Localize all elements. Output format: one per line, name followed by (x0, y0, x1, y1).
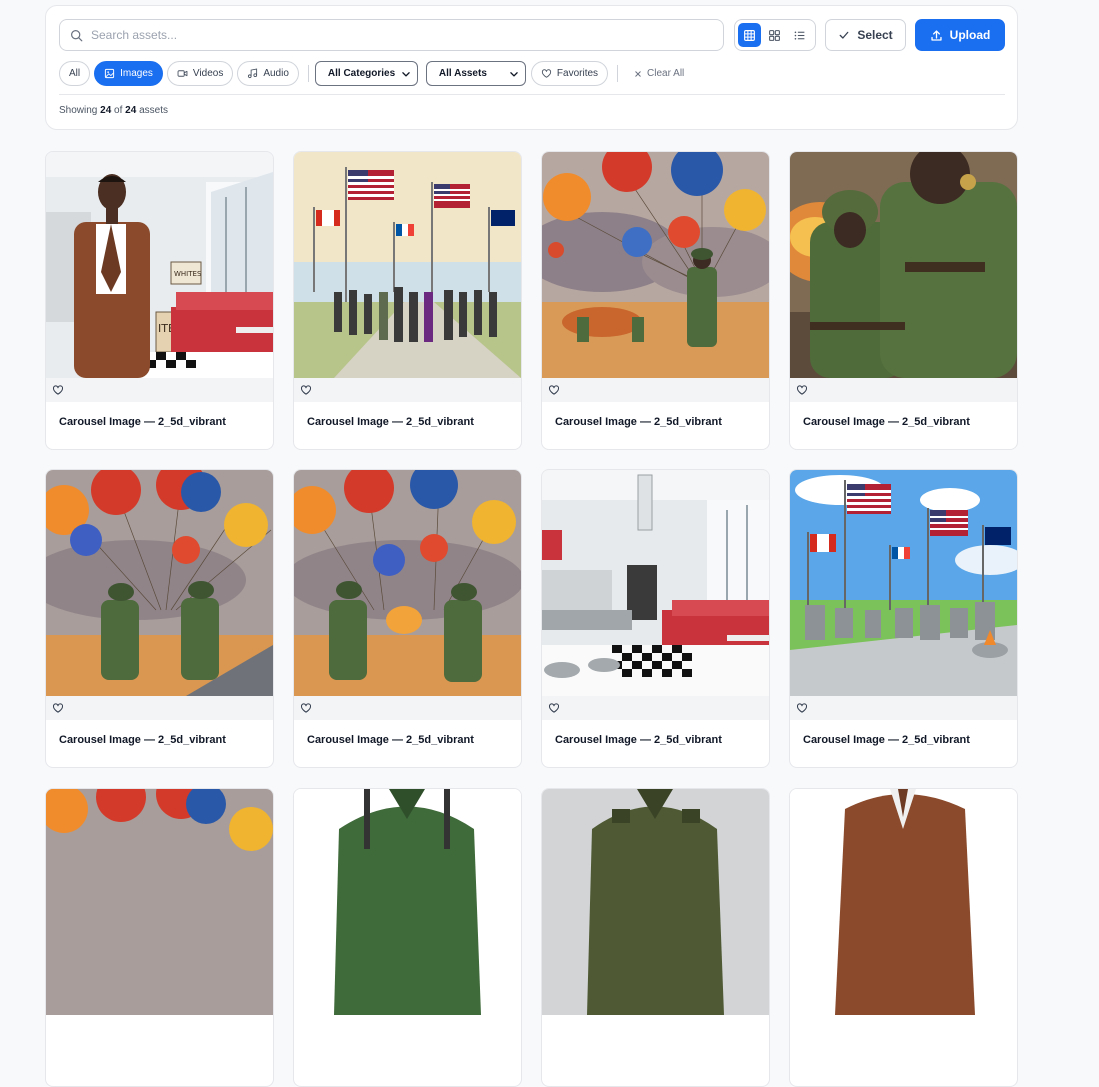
upload-button[interactable]: Upload (915, 19, 1005, 51)
count-prefix: Showing (59, 105, 98, 116)
filter-chip-videos[interactable]: Videos (166, 61, 234, 86)
heart-icon (541, 69, 551, 78)
card-actions (46, 378, 273, 402)
asset-card[interactable]: WHITES ITES Carousel Image — 2_5d_vibran… (45, 151, 274, 450)
card-title: Carousel Image — 2_5d_vibrant (307, 416, 474, 428)
asset-thumbnail (46, 470, 273, 696)
results-count: Showing 24 of 24 assets (59, 105, 168, 116)
asset-thumbnail (790, 789, 1017, 1015)
divider (617, 65, 619, 82)
card-actions (294, 696, 521, 720)
card-actions (294, 378, 521, 402)
asset-thumbnail (542, 789, 769, 1015)
card-title: Carousel Image — 2_5d_vibrant (555, 734, 722, 746)
chip-label: All (69, 68, 81, 79)
divider (307, 65, 309, 82)
count-shown: 24 (100, 105, 112, 116)
video-icon (177, 70, 188, 77)
svg-text:WHITES: WHITES (174, 270, 202, 278)
view-list-button[interactable] (788, 23, 811, 47)
filter-chip-audio[interactable]: Audio (237, 61, 299, 86)
heart-icon[interactable] (300, 702, 312, 714)
chip-label: Videos (192, 68, 224, 79)
filter-chip-images[interactable]: Images (94, 61, 163, 86)
clear-all-button[interactable]: Clear All (634, 68, 684, 79)
asset-card[interactable]: Carousel Image — 2_5d_vibrant (789, 469, 1018, 768)
chevron-down-icon (402, 71, 410, 76)
asset-thumbnail (542, 470, 769, 696)
search-input[interactable] (91, 28, 711, 42)
filter-row: All Images Videos Audio All Categories A… (59, 61, 684, 86)
chip-label: Audio (263, 68, 289, 79)
grid-small-icon (769, 29, 780, 41)
card-title: Carousel Image — 2_5d_vibrant (59, 416, 226, 428)
chevron-down-icon (510, 71, 518, 76)
view-grid-large-button[interactable] (738, 23, 761, 47)
asset-thumbnail (294, 789, 521, 1015)
card-title: Carousel Image — 2_5d_vibrant (59, 734, 226, 746)
image-icon (105, 68, 115, 79)
asset-card[interactable]: Carousel Image — 2_5d_vibrant (45, 469, 274, 768)
asset-thumbnail (294, 470, 521, 696)
filter-chip-all[interactable]: All (59, 61, 91, 86)
asset-thumbnail (542, 152, 769, 378)
card-title: Carousel Image — 2_5d_vibrant (803, 734, 970, 746)
chip-label: Images (120, 68, 153, 79)
asset-card[interactable]: Carousel Image — 2_5d_vibrant (789, 151, 1018, 450)
asset-card[interactable] (293, 788, 522, 1087)
card-actions (46, 696, 273, 720)
heart-icon[interactable] (300, 384, 312, 396)
heart-icon[interactable] (548, 702, 560, 714)
count-of: of (114, 105, 123, 116)
upload-button-label: Upload (949, 28, 991, 42)
asset-thumbnail (294, 152, 521, 378)
list-icon (794, 30, 805, 40)
heart-icon[interactable] (548, 384, 560, 396)
asset-card[interactable]: Carousel Image — 2_5d_vibrant (541, 151, 770, 450)
asset-card[interactable]: Carousel Image — 2_5d_vibrant (293, 469, 522, 768)
upload-icon (931, 29, 942, 41)
card-title: Carousel Image — 2_5d_vibrant (803, 416, 970, 428)
asset-thumbnail (790, 152, 1017, 378)
card-actions (542, 378, 769, 402)
count-suffix: assets (139, 105, 168, 116)
card-actions (790, 696, 1017, 720)
select-button[interactable]: Select (825, 19, 906, 51)
asset-thumbnail (46, 789, 273, 1015)
check-icon (839, 31, 849, 39)
asset-thumbnail (790, 470, 1017, 696)
clear-all-label: Clear All (647, 68, 685, 79)
asset-card[interactable] (789, 788, 1018, 1087)
asset-select-value: All Assets (438, 68, 487, 79)
search-icon (71, 29, 83, 41)
count-total: 24 (125, 105, 137, 116)
select-button-label: Select (857, 28, 893, 42)
asset-card[interactable]: Carousel Image — 2_5d_vibrant (293, 151, 522, 450)
chip-label: Favorites (556, 68, 599, 79)
asset-card[interactable] (45, 788, 274, 1087)
card-actions (790, 378, 1017, 402)
asset-card[interactable]: Carousel Image — 2_5d_vibrant (541, 469, 770, 768)
view-grid-small-button[interactable] (763, 23, 786, 47)
toolbar-divider (59, 94, 1005, 95)
asset-card[interactable] (541, 788, 770, 1087)
heart-icon[interactable] (52, 384, 64, 396)
heart-icon[interactable] (796, 384, 808, 396)
music-icon (248, 68, 258, 79)
heart-icon[interactable] (52, 702, 64, 714)
category-select[interactable]: All Categories (314, 61, 418, 86)
heart-icon[interactable] (796, 702, 808, 714)
card-title: Carousel Image — 2_5d_vibrant (555, 416, 722, 428)
card-title: Carousel Image — 2_5d_vibrant (307, 734, 474, 746)
grid-large-icon (744, 29, 755, 41)
card-actions (542, 696, 769, 720)
favorites-chip[interactable]: Favorites (530, 61, 609, 86)
close-icon (635, 70, 641, 77)
search-box[interactable] (59, 19, 724, 51)
filter-toolbar: Select Upload All Images Videos Audio Al… (45, 5, 1018, 130)
asset-thumbnail: WHITES ITES (46, 152, 273, 378)
category-select-value: All Categories (327, 68, 396, 79)
asset-select[interactable]: All Assets (425, 61, 526, 86)
view-mode-toggle (734, 19, 816, 51)
